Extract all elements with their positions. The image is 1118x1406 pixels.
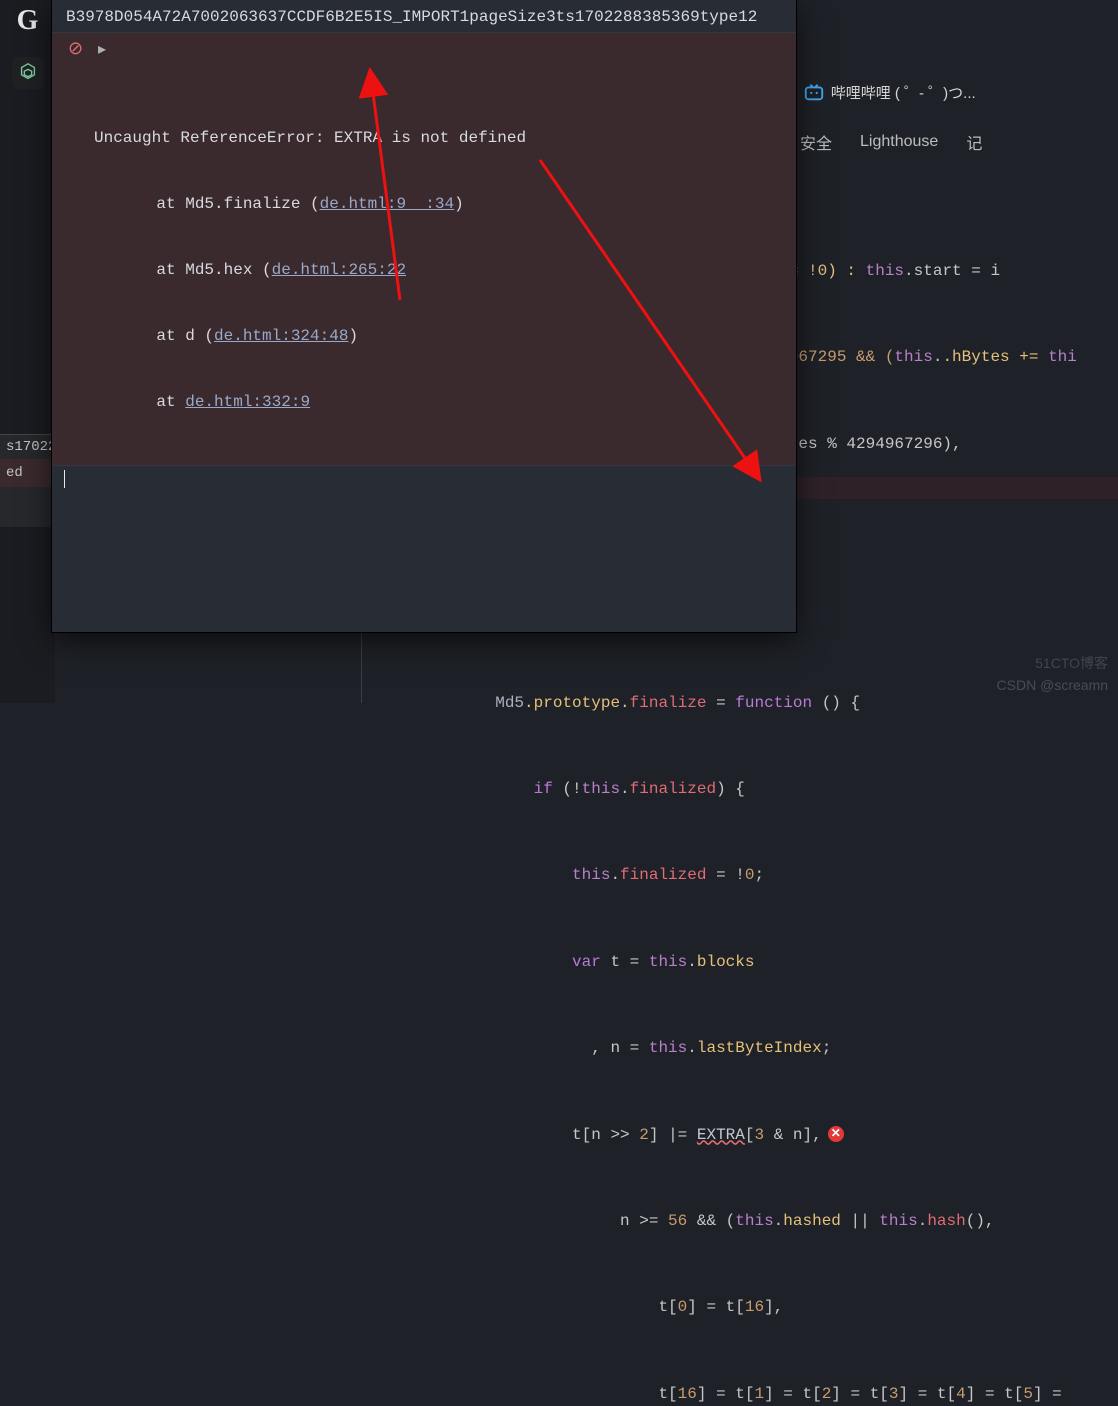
- devtools-tab-bar: 应用 安全 Lighthouse 记: [740, 124, 1118, 160]
- expand-chevron-icon[interactable]: ▸: [98, 39, 106, 61]
- console-error-block[interactable]: ⊘ ▸ Uncaught ReferenceError: EXTRA is no…: [52, 33, 796, 466]
- stack-link[interactable]: de.html:324:48: [214, 327, 348, 345]
- bilibili-icon: [803, 81, 825, 103]
- browser-left-rail: G: [0, 0, 55, 703]
- tab-security[interactable]: 安全: [800, 130, 832, 154]
- console-panel: B3978D054A72A7002063637CCDF6B2E5IS_IMPOR…: [52, 0, 796, 632]
- stack-link[interactable]: de.html:332:9: [185, 393, 310, 411]
- stack-link[interactable]: de.html:265:22: [272, 261, 406, 279]
- error-message: Uncaught ReferenceError: EXTRA is not de…: [74, 127, 782, 149]
- console-output-line: B3978D054A72A7002063637CCDF6B2E5IS_IMPOR…: [52, 0, 796, 33]
- tab-memory[interactable]: 记: [966, 130, 982, 154]
- watermark: 51CTO博客: [1035, 653, 1108, 673]
- stack-link[interactable]: de.html:9 :34: [320, 195, 454, 213]
- error-icon: ⊘: [68, 39, 83, 61]
- watermark: CSDN @screamn: [997, 677, 1108, 693]
- ai-chat-icon[interactable]: [12, 57, 44, 89]
- bookmark-label: 哔哩哔哩 ( ゜- ゜)つ...: [831, 82, 976, 103]
- console-input[interactable]: [52, 466, 796, 492]
- bookmark-bilibili[interactable]: 哔哩哔哩 ( ゜- ゜)つ...: [803, 81, 976, 103]
- tab-lighthouse[interactable]: Lighthouse: [860, 133, 938, 151]
- letter-g-icon: G: [12, 5, 44, 37]
- inline-error-icon[interactable]: ✕: [828, 1126, 844, 1142]
